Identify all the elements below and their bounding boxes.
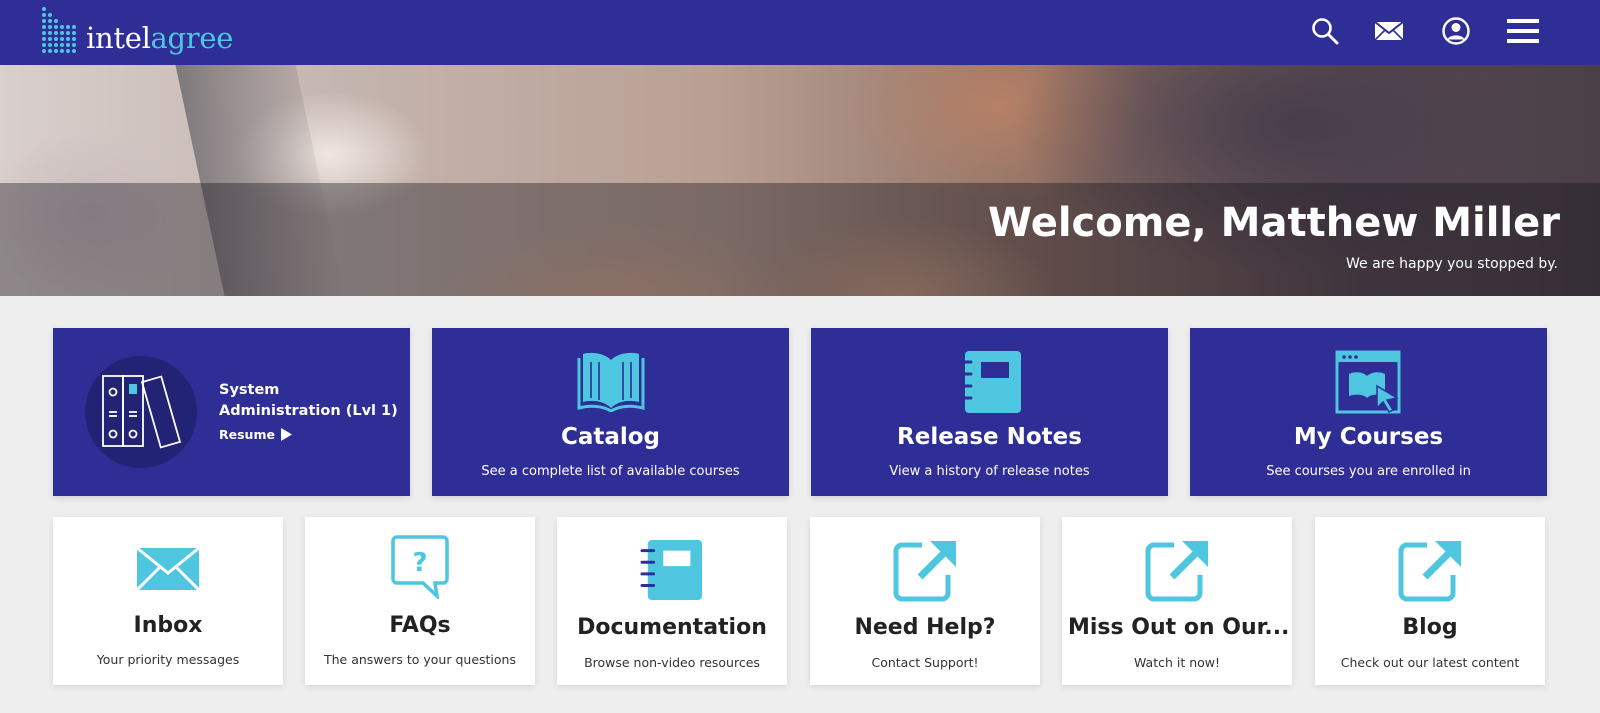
release-notes-tile[interactable]: Release Notes View a history of release … [811,328,1168,496]
logo-dots-icon [42,7,76,53]
logo-wordmark: intelagree [86,21,233,55]
inbox-tile[interactable]: Inbox Your priority messages [53,517,283,685]
tile-subtitle: Contact Support! [871,655,979,670]
hero-banner: Welcome, Matthew Miller We are happy you… [0,65,1600,296]
faqs-tile[interactable]: ? FAQs The answers to your questions [305,517,535,685]
resume-course-tile[interactable]: System Administration (Lvl 1) Resume [53,328,410,496]
need-help-tile[interactable]: Need Help? Contact Support! [810,517,1040,685]
search-icon[interactable] [1308,14,1342,48]
tile-title: Release Notes [897,424,1082,450]
tile-subtitle: See a complete list of available courses [481,464,740,479]
tile-title: Need Help? [854,615,996,640]
tile-subtitle: Check out our latest content [1340,655,1520,670]
play-arrow-icon [280,428,292,441]
notebook-icon [957,351,1021,413]
resume-label: Resume [219,427,275,442]
user-account-icon[interactable] [1439,14,1473,48]
tile-title: Documentation [577,615,767,640]
miss-out-tile[interactable]: Miss Out on Our... Watch it now! [1062,517,1292,685]
welcome-heading: Welcome, Matthew Miller [988,200,1560,246]
intelagree-logo[interactable]: intelagree [40,2,233,62]
welcome-subtitle: We are happy you stopped by. [1345,256,1558,272]
tile-title: FAQs [389,613,451,638]
catalog-tile[interactable]: Catalog See a complete list of available… [432,328,789,496]
svg-text:?: ? [412,548,427,578]
logo-text-agree: agree [150,21,234,55]
mail-icon[interactable] [1372,14,1406,48]
menu-icon[interactable] [1506,14,1540,48]
question-bubble-icon: ? [391,535,449,599]
tile-subtitle: See courses you are enrolled in [1266,464,1471,479]
logo-text-intel: intel [86,21,151,55]
open-book-icon [577,352,644,412]
tile-subtitle: The answers to your questions [324,652,516,667]
resume-link[interactable]: Resume [219,427,292,442]
tile-subtitle: Browse non-video resources [584,655,760,670]
external-link-icon [1145,541,1208,602]
tile-title: Inbox [133,613,203,638]
tile-title: Catalog [560,424,661,450]
tile-title: My Courses [1293,424,1444,450]
my-courses-tile[interactable]: My Courses See courses you are enrolled … [1190,328,1547,496]
top-nav-bar: intelagree [0,0,1600,65]
tile-title: Miss Out on Our... [1068,615,1290,640]
tile-title: Blog [1402,615,1458,640]
browser-course-icon [1335,350,1400,414]
notebook-icon [640,539,703,601]
external-link-icon [1398,541,1461,602]
tile-subtitle: View a history of release notes [889,464,1090,479]
tile-subtitle: Watch it now! [1133,655,1221,670]
tile-subtitle: Your priority messages [96,652,240,667]
binders-icon [102,375,182,449]
course-name: System Administration (Lvl 1) [219,382,398,419]
blog-tile[interactable]: Blog Check out our latest content [1315,517,1545,685]
documentation-tile[interactable]: Documentation Browse non-video resources [557,517,787,685]
envelope-icon [136,547,200,591]
external-link-icon [893,541,956,602]
